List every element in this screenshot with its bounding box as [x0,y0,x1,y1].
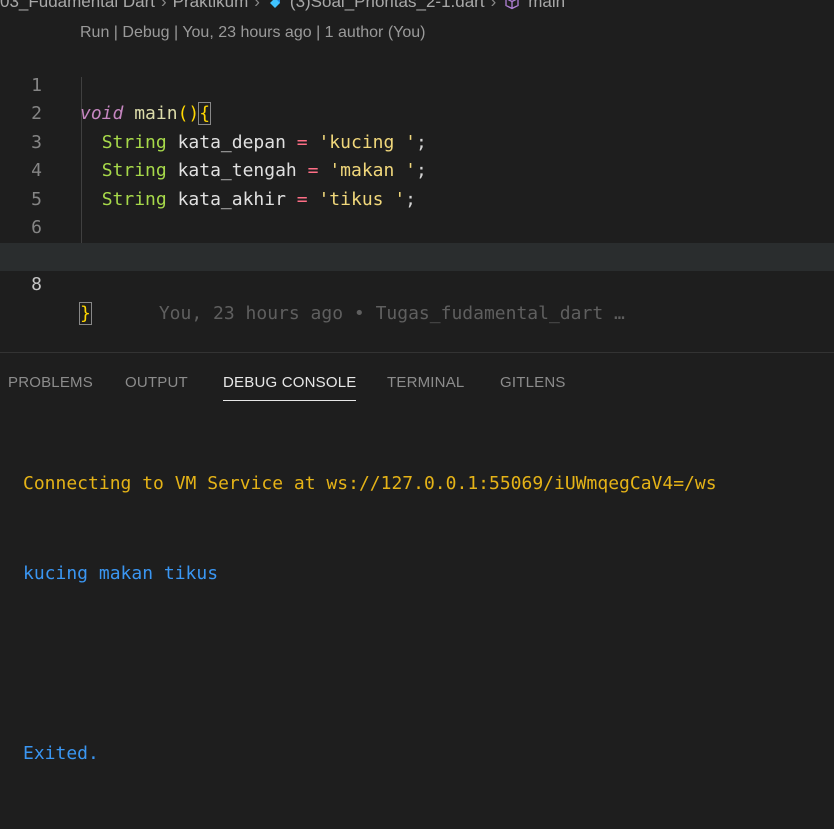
method-cube-icon [504,0,520,10]
code-line-5[interactable]: 5 [0,157,834,210]
line-number: 8 [31,274,42,295]
tab-output[interactable]: OUTPUT [125,365,188,401]
codelens-run[interactable]: Run [80,24,109,41]
tab-debug-console[interactable]: DEBUG CONSOLE [223,365,357,401]
bottom-panel: PROBLEMS OUTPUT DEBUG CONSOLE TERMINAL G… [0,352,834,764]
tab-problems[interactable]: PROBLEMS [8,365,93,401]
code-line-8[interactable]: 8 } You, 23 hours ago • Tugas_fudamental_… [0,242,834,325]
tab-gitlens[interactable]: GITLENS [500,365,566,401]
codelens-debug[interactable]: Debug [122,24,169,41]
breadcrumb-folder[interactable]: 03_Fudamental Dart [0,0,155,12]
chevron-right-icon: › [490,0,497,11]
code-line-3[interactable]: 3 String kata_tengah = 'makan '; [0,100,834,182]
code-line-6[interactable]: 6 print(kata_depan + kata_tengah + kata_… [0,186,834,267]
tab-terminal[interactable]: TERMINAL [387,365,464,401]
breadcrumb-file[interactable]: (3)Soal_Prioritas_2-1.dart [290,0,485,12]
debug-console-output[interactable]: Connecting to VM Service at ws://127.0.0… [23,409,717,829]
panel-tabs: PROBLEMS OUTPUT DEBUG CONSOLE TERMINAL G… [0,365,834,401]
close-brace: } [79,301,92,325]
console-line: Exited. [23,743,99,764]
chevron-right-icon: › [254,0,260,11]
code-line-4[interactable]: 4 String kata_akhir = 'tikus '; [0,129,834,210]
code-line-7[interactable]: 7 [0,214,834,267]
console-line: Connecting to VM Service at ws://127.0.0… [23,473,717,494]
console-line: kucing makan tikus [23,563,219,584]
breadcrumb-subfolder[interactable]: Praktikum [173,0,249,12]
code-line-1[interactable]: 1 void main(){ [0,43,834,125]
codelens-separator: | [109,24,123,41]
codelens-separator: | [169,24,183,41]
breadcrumb-symbol[interactable]: main [528,0,565,12]
code-line-2[interactable]: 2 String kata_depan = 'kucing '; [0,72,834,153]
codelens: Run | Debug | You, 23 hours ago | 1 auth… [80,22,425,44]
codelens-blame[interactable]: You, 23 hours ago | 1 author (You) [182,24,425,41]
inline-blame[interactable]: You, 23 hours ago • Tugas_fudamental_dar… [159,303,625,324]
dart-file-icon [268,0,282,9]
chevron-right-icon: › [160,0,167,11]
breadcrumb: 03_Fudamental Dart › Praktikum › (3)Soal… [0,0,834,12]
console-line: ​ [23,649,717,679]
